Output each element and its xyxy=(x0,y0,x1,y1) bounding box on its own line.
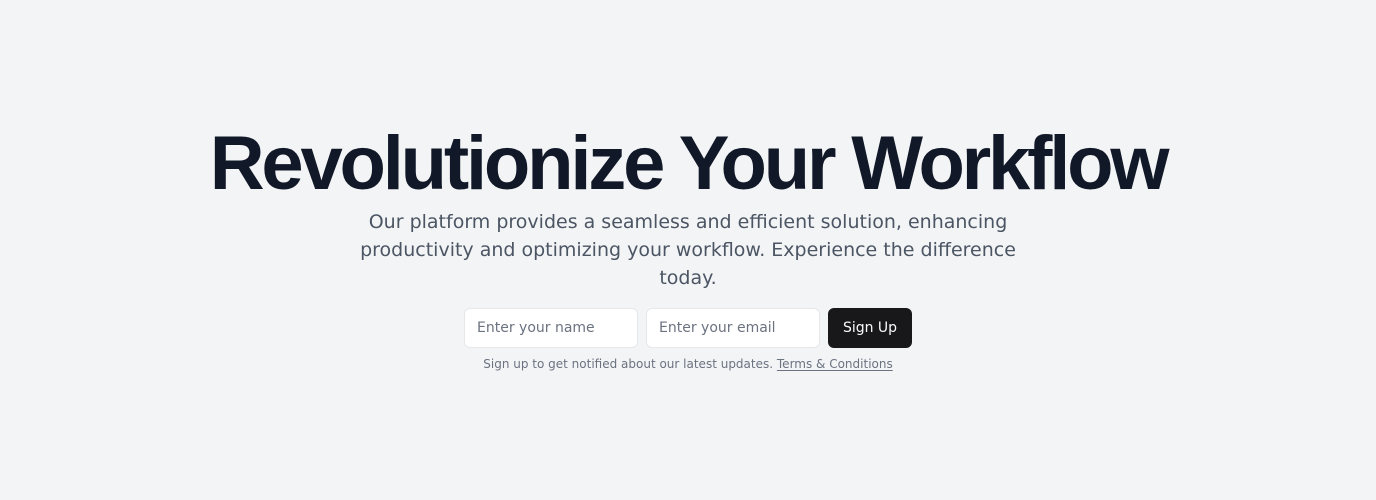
sign-up-button[interactable]: Sign Up xyxy=(828,308,912,348)
name-input[interactable] xyxy=(464,308,638,348)
email-input[interactable] xyxy=(646,308,820,348)
hero-section: Revolutionize Your Workflow Our platform… xyxy=(0,0,1376,500)
terms-link[interactable]: Terms & Conditions xyxy=(777,357,893,371)
hero-subtitle: Our platform provides a seamless and eff… xyxy=(360,211,1016,289)
signup-note: Sign up to get notified about our latest… xyxy=(0,355,1376,373)
signup-note-text: Sign up to get notified about our latest… xyxy=(483,357,774,371)
signup-form: Sign Up xyxy=(464,308,912,348)
hero-headline: Revolutionize Your Workflow xyxy=(209,121,1170,206)
